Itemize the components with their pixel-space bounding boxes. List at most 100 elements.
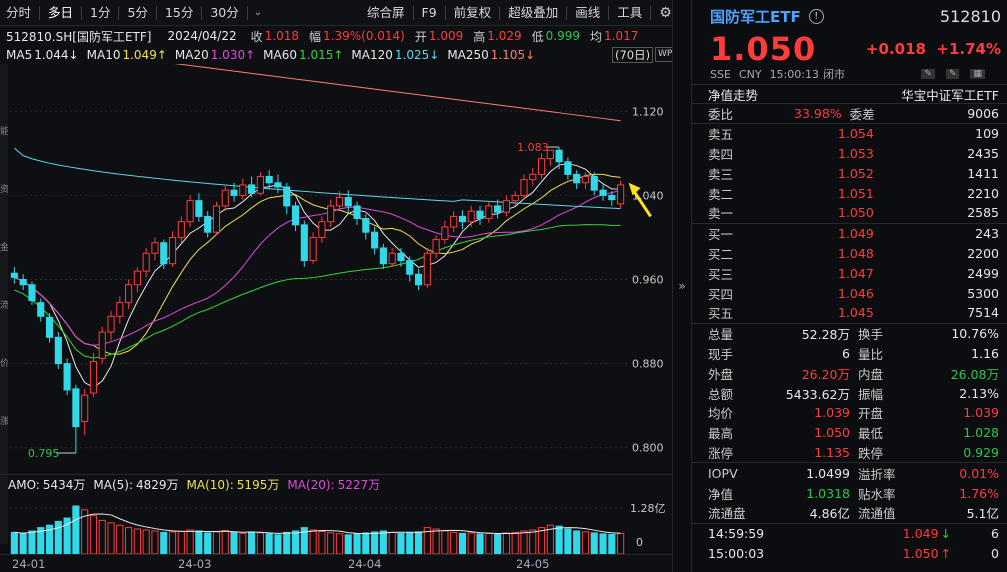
- bid-row[interactable]: 买一 1.049 243: [692, 224, 1007, 244]
- ask-row[interactable]: 卖三 1.052 1411: [692, 163, 1007, 183]
- stat-value: 5433.62万: [785, 386, 850, 402]
- volume-bar: [248, 531, 256, 554]
- candle: [160, 242, 168, 265]
- tool-1[interactable]: F9: [416, 0, 443, 26]
- volume-bar: [371, 531, 379, 554]
- volume-bar: [10, 531, 18, 554]
- toolbar-right: 综合屏 F9 前复权 超级叠加 画线 工具: [361, 0, 653, 26]
- volume-bar: [485, 532, 493, 554]
- stat-label: 换手: [858, 327, 884, 343]
- dropdown-chevron-icon[interactable]: ⌄: [250, 7, 266, 18]
- vol-ma10-label: MA(10):: [186, 477, 234, 492]
- tab-3[interactable]: 5分: [121, 0, 153, 26]
- tool-4[interactable]: 画线: [569, 0, 606, 26]
- candle: [45, 316, 54, 338]
- volume-bar: [494, 533, 502, 554]
- tick-time: 14:59:59: [708, 526, 765, 542]
- ma-value-3: 1.015↑: [299, 48, 344, 62]
- tab-4[interactable]: 15分: [159, 0, 199, 26]
- tab-0[interactable]: 分时: [0, 0, 37, 26]
- bid-row[interactable]: 买三 1.047 2499: [692, 263, 1007, 283]
- candle: [98, 331, 106, 359]
- candle: [581, 175, 590, 184]
- volume-bar: [186, 529, 194, 554]
- collapse-panel-button[interactable]: »: [672, 0, 691, 572]
- ma-label-4: MA120: [351, 48, 393, 62]
- nav-row[interactable]: 净值走势 华宝中证军工ETF: [692, 84, 1007, 104]
- vol-axis-top: 1.28亿: [630, 502, 666, 515]
- tick-price-value: 1.049: [902, 526, 939, 542]
- info-icon[interactable]: !: [808, 8, 824, 24]
- volume-bar: [107, 522, 115, 554]
- stat-label: 外盘: [708, 366, 734, 382]
- amo-label: AMO:: [8, 477, 40, 492]
- candle: [344, 197, 352, 207]
- date-label-0: 24-01: [12, 557, 46, 571]
- ask-row[interactable]: 卖五 1.054 109: [692, 124, 1007, 144]
- bid-row-volume: 5300: [967, 285, 999, 301]
- candle: [432, 239, 440, 254]
- volume-bar: [362, 532, 370, 554]
- volume-bar: [221, 529, 229, 554]
- vol-ma20-label: MA(20):: [287, 477, 335, 492]
- candle: [274, 182, 282, 188]
- grid-icon[interactable]: ▦: [970, 69, 985, 79]
- candle: [379, 247, 387, 265]
- ask-row-price: 1.050: [838, 205, 874, 221]
- ask-row[interactable]: 卖二 1.051 2210: [692, 183, 1007, 203]
- candle: [494, 205, 502, 213]
- candle: [388, 252, 396, 265]
- tick-arrow-icon: ↑: [940, 546, 952, 562]
- etf-stats: IOPV 1.0499 溢折率 0.01% 净值 1.0318 贴水率 1.76% 流通盘 4.8…: [692, 462, 1007, 522]
- tick-row: 15:00:03 1.050 ↑ 0: [692, 544, 1007, 564]
- bid-row[interactable]: 买四 1.046 5300: [692, 283, 1007, 303]
- ask-row[interactable]: 卖四 1.053 2435: [692, 144, 1007, 164]
- open-label: 开: [414, 29, 427, 44]
- ma-label-0: MA5: [6, 48, 33, 62]
- edit-icon[interactable]: ✎: [921, 69, 935, 79]
- close-value: 1.018: [264, 29, 299, 43]
- tool-0[interactable]: 综合屏: [361, 0, 411, 26]
- weibi-value: 33.98%: [794, 105, 842, 121]
- bid-row[interactable]: 买五 1.045 7514: [692, 303, 1007, 323]
- candle: [177, 221, 185, 238]
- stat-value: 1.135: [814, 444, 850, 460]
- stat-row: 总量 52.28万 换手 10.76%: [692, 324, 1007, 344]
- volume-bar: [125, 527, 133, 554]
- quote-panel: 国防军工ETF ! 512810 1.050 +0.018 +1.74% SSE…: [691, 0, 1007, 572]
- tool-3[interactable]: 超级叠加: [502, 0, 564, 26]
- quote-tools: ✎ ✎ ▦: [921, 69, 993, 79]
- volume-bar: [133, 528, 141, 554]
- pin-icon[interactable]: ✎: [945, 69, 960, 79]
- tab-1[interactable]: 多日: [42, 0, 79, 26]
- etf-code: 512810: [939, 6, 1001, 26]
- tab-5[interactable]: 30分: [204, 0, 244, 26]
- ask-row-price: 1.051: [838, 185, 874, 201]
- volume-bar: [230, 531, 238, 554]
- volume-bar: [555, 525, 563, 554]
- avg-label: 均: [589, 29, 602, 44]
- candle: [37, 302, 45, 317]
- index-name: 华宝中证军工ETF: [901, 87, 999, 103]
- vol-ma20-value: 5227万: [337, 478, 381, 492]
- bid-row[interactable]: 买二 1.048 2200: [692, 244, 1007, 264]
- etf-stat-label: 贴水率: [858, 486, 896, 502]
- bid-row-volume: 2200: [967, 245, 999, 261]
- ask-row[interactable]: 卖一 1.050 2585: [692, 203, 1007, 223]
- tick-volume: 0: [991, 546, 999, 562]
- candle: [186, 200, 194, 223]
- ma-label-1: MA10: [86, 48, 121, 62]
- etf-stat-value: 1.0499: [806, 465, 850, 481]
- volume-bar: [450, 531, 458, 554]
- volume-bar: [274, 534, 282, 554]
- etf-name[interactable]: 国防军工ETF: [710, 6, 801, 27]
- tool-2[interactable]: 前复权: [448, 0, 498, 26]
- tab-2[interactable]: 1分: [84, 0, 116, 26]
- quote-subinfo: SSE CNY 15:00:13 闭市 ✎ ✎ ▦: [692, 66, 1007, 82]
- period-tabs: 分时 多日 1分 5分 15分 30分: [0, 0, 250, 26]
- volume-bar: [406, 532, 414, 554]
- candle: [476, 210, 484, 220]
- period-badge[interactable]: (70日): [612, 47, 654, 63]
- tool-5[interactable]: 工具: [611, 0, 648, 26]
- volume-bar: [160, 531, 168, 554]
